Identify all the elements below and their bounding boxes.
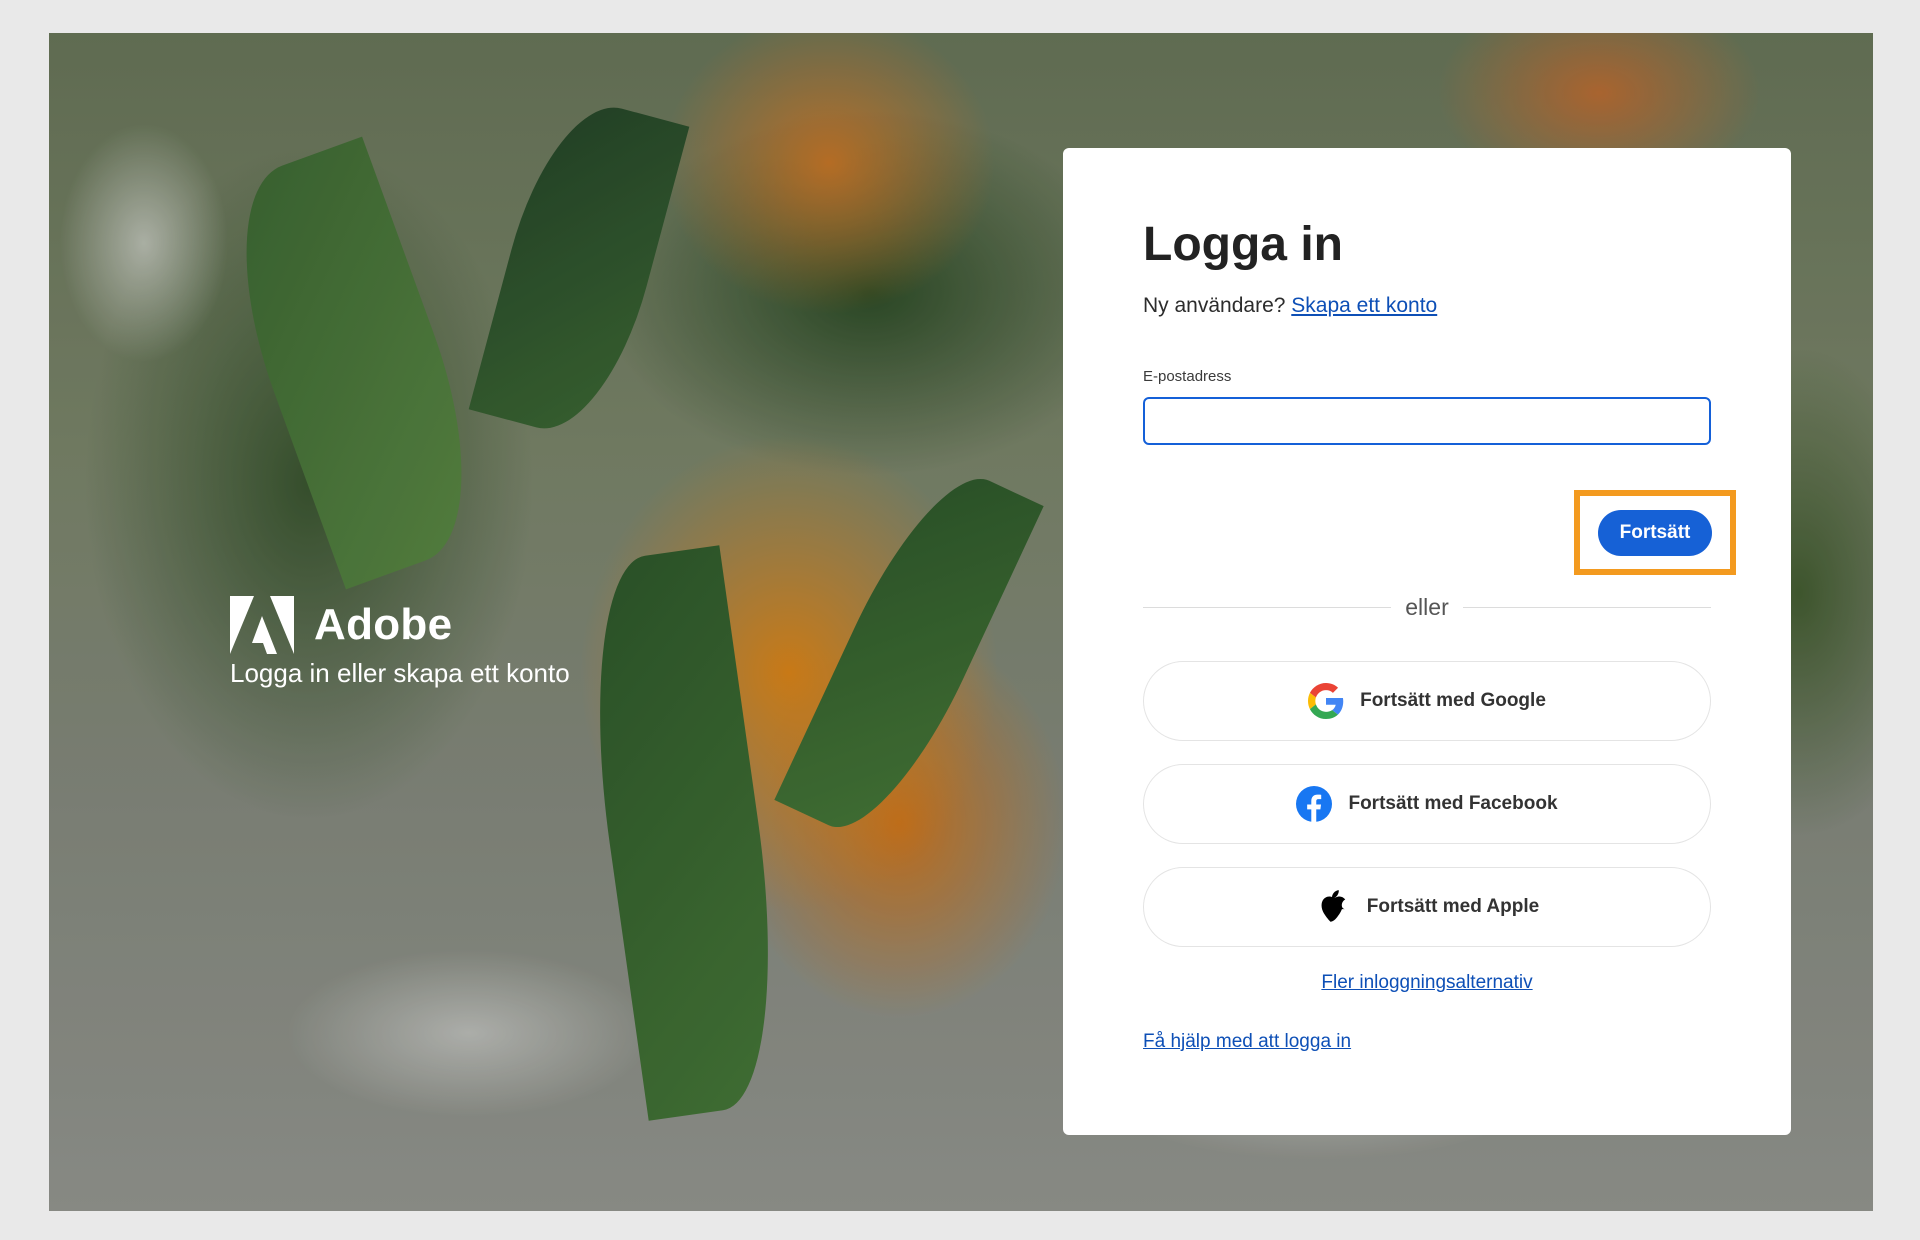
adobe-logo-icon xyxy=(230,596,294,654)
background-photo: Adobe Logga in eller skapa ett konto Log… xyxy=(49,33,1873,1211)
google-icon xyxy=(1308,683,1344,719)
or-divider: eller xyxy=(1143,594,1711,620)
new-user-prompt: Ny användare? xyxy=(1143,293,1286,317)
more-login-options-link[interactable]: Fler inloggningsalternativ xyxy=(1143,972,1711,994)
continue-with-apple-button[interactable]: Fortsätt med Apple xyxy=(1143,867,1711,947)
new-user-line: Ny användare? Skapa ett konto xyxy=(1143,294,1711,318)
divider-line xyxy=(1462,606,1711,608)
continue-highlight: Fortsätt xyxy=(1574,490,1736,575)
email-label: E-postadress xyxy=(1143,367,1232,385)
continue-button[interactable]: Fortsätt xyxy=(1598,509,1712,556)
create-account-link[interactable]: Skapa ett konto xyxy=(1291,294,1437,317)
continue-with-google-button[interactable]: Fortsätt med Google xyxy=(1143,661,1711,741)
login-help-link[interactable]: Få hjälp med att logga in xyxy=(1143,1031,1351,1053)
brand-name: Adobe xyxy=(314,600,453,649)
brand-block: Adobe Logga in eller skapa ett konto xyxy=(230,596,570,689)
page-title: Logga in xyxy=(1143,218,1343,271)
apple-button-label: Fortsätt med Apple xyxy=(1366,896,1540,917)
continue-with-facebook-button[interactable]: Fortsätt med Facebook xyxy=(1143,764,1711,844)
facebook-icon xyxy=(1296,786,1333,822)
brand-tagline: Logga in eller skapa ett konto xyxy=(230,658,570,688)
facebook-button-label: Fortsätt med Facebook xyxy=(1348,793,1558,814)
divider-text: eller xyxy=(1405,593,1449,620)
divider-line xyxy=(1143,606,1392,608)
apple-icon xyxy=(1321,890,1346,922)
login-card: Logga in Ny användare? Skapa ett konto E… xyxy=(1063,148,1791,1135)
email-field[interactable] xyxy=(1143,396,1711,445)
google-button-label: Fortsätt med Google xyxy=(1360,690,1546,711)
